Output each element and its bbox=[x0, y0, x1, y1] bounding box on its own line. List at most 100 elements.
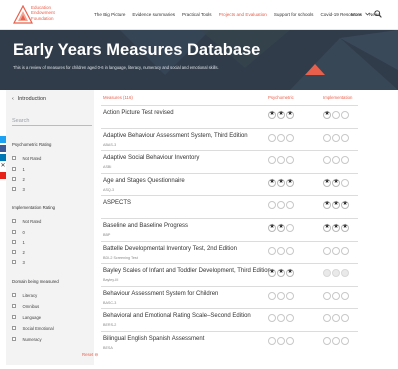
table-row[interactable]: Baseline and Baseline Progress BBP ★ ★ ★ ★ ★ bbox=[101, 218, 358, 241]
filter-domain-numeracy[interactable]: Numeracy bbox=[12, 336, 42, 342]
nav-item-practical-tools[interactable]: Practical Tools bbox=[182, 12, 212, 17]
filter-implementation-2[interactable]: 2 bbox=[12, 249, 25, 255]
star-empty-icon bbox=[341, 111, 349, 119]
table-row[interactable]: Bayley Scales of Infant and Toddler Deve… bbox=[101, 263, 358, 286]
checkbox[interactable] bbox=[12, 260, 16, 264]
table-row[interactable]: Bilingual English Spanish Assessment BESA bbox=[101, 331, 358, 354]
measure-name[interactable]: Adaptive Social Behaviour Inventory bbox=[103, 155, 199, 161]
back-link-label: Introduction bbox=[17, 96, 46, 102]
nav-item-big-picture[interactable]: The Big Picture bbox=[94, 12, 125, 17]
measure-name[interactable]: Behaviour Assessment System for Children bbox=[103, 291, 218, 297]
page-title: Early Years Measures Database bbox=[13, 41, 261, 59]
filter-domain-language[interactable]: Language bbox=[12, 314, 41, 320]
measure-name[interactable]: Baseline and Baseline Progress bbox=[103, 223, 188, 229]
psychometric-rating bbox=[268, 246, 295, 255]
table-row[interactable]: Behaviour Assessment System for Children… bbox=[101, 285, 358, 309]
checkbox[interactable] bbox=[12, 187, 16, 191]
star-filled-icon: ★ bbox=[286, 111, 294, 119]
search-icon[interactable] bbox=[374, 10, 382, 18]
star-empty-icon bbox=[286, 337, 294, 345]
column-measures[interactable]: Measures (116) bbox=[103, 95, 133, 100]
filter-domain-social-emotional[interactable]: Social Emotional bbox=[12, 325, 54, 331]
star-filled-icon: ★ bbox=[341, 224, 349, 232]
option-label: Not Rated bbox=[22, 155, 42, 161]
checkbox[interactable] bbox=[12, 156, 16, 160]
star-filled-icon: ★ bbox=[268, 178, 276, 187]
table-row[interactable]: Action Picture Test revised ★ ★ ★ ★ bbox=[101, 105, 358, 128]
filter-implementation-not-rated[interactable]: Not Rated bbox=[12, 218, 41, 224]
filter-psychometric-2[interactable]: 2 bbox=[12, 176, 25, 182]
filter-implementation-3[interactable]: 3 bbox=[12, 259, 25, 265]
measure-name[interactable]: ASPECTS bbox=[103, 200, 131, 206]
logo-icon[interactable] bbox=[13, 5, 33, 24]
table-row[interactable]: Age and Stages Questionnaire ASQ-3 ★ ★ ★ ★ ★ bbox=[101, 172, 358, 196]
measure-name[interactable]: Adaptive Behaviour Assessment System, Th… bbox=[103, 133, 248, 139]
star-empty-icon bbox=[341, 314, 349, 323]
checkbox[interactable] bbox=[12, 167, 16, 171]
filter-domain-omnibus[interactable]: Omnibus bbox=[12, 303, 39, 309]
checkbox[interactable] bbox=[12, 337, 16, 341]
column-implementation[interactable]: Implementation bbox=[323, 95, 352, 100]
implementation-rating bbox=[323, 314, 350, 323]
hero-banner: Early Years Measures Database This is a … bbox=[0, 30, 398, 90]
star-filled-icon: ★ bbox=[332, 178, 340, 187]
column-psychometric[interactable]: Psychometric bbox=[268, 95, 294, 100]
filter-implementation-1[interactable]: 1 bbox=[12, 239, 25, 245]
table-row[interactable]: Adaptive Behaviour Assessment System, Th… bbox=[101, 127, 358, 151]
star-filled-icon: ★ bbox=[323, 201, 331, 210]
star-filled-icon: ★ bbox=[332, 201, 340, 210]
measure-name[interactable]: Behavioral and Emotional Rating Scale–Se… bbox=[103, 313, 251, 319]
table-row[interactable]: Adaptive Social Behaviour Inventory ASBI bbox=[101, 150, 358, 173]
option-label: 3 bbox=[22, 259, 25, 265]
reset-label: Reset bbox=[82, 352, 94, 357]
checkbox[interactable] bbox=[12, 315, 16, 319]
star-empty-icon bbox=[277, 291, 285, 300]
implementation-rating bbox=[323, 133, 350, 142]
measure-name[interactable]: Bilingual English Spanish Assessment bbox=[103, 336, 204, 342]
star-empty-icon bbox=[286, 156, 294, 165]
star-empty-icon bbox=[323, 246, 331, 255]
star-empty-icon bbox=[332, 246, 340, 255]
star-empty-icon bbox=[341, 178, 349, 187]
logo-text[interactable]: Education Endowment Foundation bbox=[31, 5, 55, 21]
psychometric-rating bbox=[268, 201, 295, 210]
table-row[interactable]: ASPECTS ★ ★ ★ bbox=[101, 195, 358, 218]
nav-item-projects-evaluation[interactable]: Projects and Evaluation bbox=[219, 12, 267, 17]
star-empty-icon bbox=[341, 269, 349, 278]
star-empty-icon bbox=[268, 246, 276, 255]
checkbox[interactable] bbox=[12, 304, 16, 308]
measure-name[interactable]: Bayley Scales of Infant and Toddler Deve… bbox=[103, 268, 271, 274]
back-to-introduction-link[interactable]: ‹ Introduction bbox=[12, 96, 46, 102]
option-label: 2 bbox=[22, 176, 25, 182]
logo-line: Endowment bbox=[31, 10, 55, 16]
reset-filters-button[interactable]: Reset ⊖ bbox=[82, 352, 98, 358]
filter-psychometric-not-rated[interactable]: Not Rated bbox=[12, 155, 41, 161]
nav-more-button[interactable]: More bbox=[351, 12, 370, 17]
measure-name[interactable]: Action Picture Test revised bbox=[103, 110, 174, 116]
measure-name[interactable]: Battelle Developmental Inventory Test, 2… bbox=[103, 246, 237, 252]
nav-item-support-for-schools[interactable]: Support for schools bbox=[274, 12, 314, 17]
filter-psychometric-3[interactable]: 3 bbox=[12, 186, 25, 192]
checkbox[interactable] bbox=[12, 240, 16, 244]
filter-implementation-0[interactable]: 0 bbox=[12, 229, 25, 235]
search-input[interactable] bbox=[12, 116, 92, 126]
table-row[interactable]: Battelle Developmental Inventory Test, 2… bbox=[101, 240, 358, 264]
checkbox[interactable] bbox=[12, 219, 16, 223]
star-filled-icon: ★ bbox=[268, 224, 276, 232]
checkbox[interactable] bbox=[12, 250, 16, 254]
star-filled-icon: ★ bbox=[268, 269, 276, 278]
filter-psychometric-1[interactable]: 1 bbox=[12, 166, 25, 172]
table-row[interactable]: Behavioral and Emotional Rating Scale–Se… bbox=[101, 308, 358, 331]
star-filled-icon: ★ bbox=[277, 178, 285, 187]
implementation-rating: ★ ★ ★ bbox=[323, 201, 350, 210]
implementation-rating bbox=[323, 246, 350, 255]
measure-name[interactable]: Age and Stages Questionnaire bbox=[103, 178, 185, 184]
star-filled-icon: ★ bbox=[277, 269, 285, 278]
filter-domain-literacy[interactable]: Literacy bbox=[12, 292, 37, 298]
checkbox[interactable] bbox=[12, 177, 16, 181]
checkbox[interactable] bbox=[12, 230, 16, 234]
nav-more-label: More bbox=[351, 12, 362, 17]
checkbox[interactable] bbox=[12, 293, 16, 297]
checkbox[interactable] bbox=[12, 326, 16, 330]
nav-item-evidence-summaries[interactable]: Evidence summaries bbox=[132, 12, 175, 17]
